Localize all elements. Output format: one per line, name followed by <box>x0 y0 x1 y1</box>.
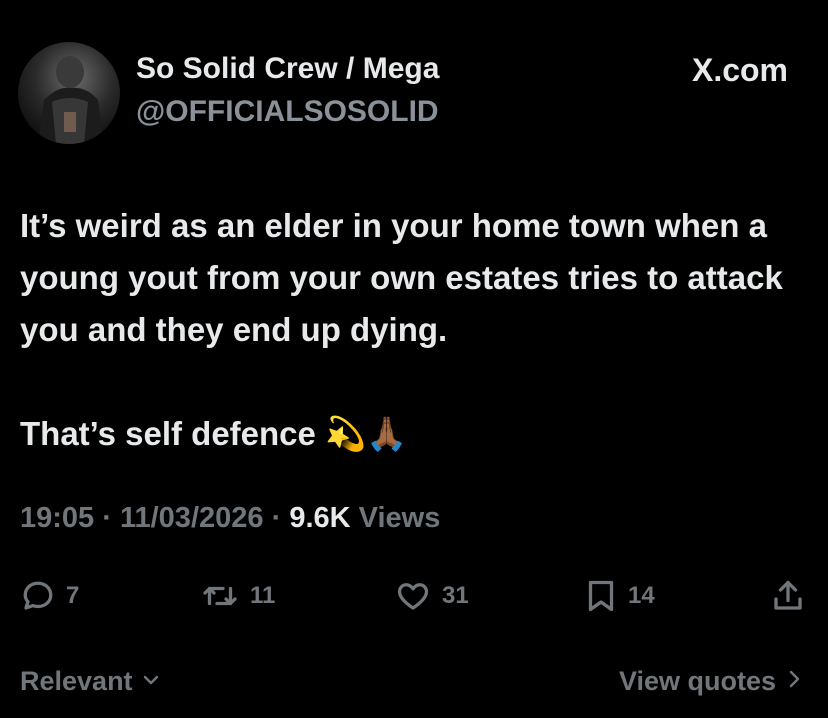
views-count: 9.6K <box>289 502 351 534</box>
tweet-paragraph-2: That’s self defence 💫🙏🏾 <box>20 408 810 460</box>
tweet-meta: 19:05 · 11/03/2026 · 9.6K Views <box>20 502 440 535</box>
share-icon <box>770 578 806 614</box>
like-button[interactable]: 31 <box>394 578 469 614</box>
meta-separator-1: · <box>102 502 112 534</box>
repost-count: 11 <box>250 582 276 609</box>
brand-label: X.com <box>691 52 788 88</box>
tweet-text: It’s weird as an elder in your home town… <box>20 200 810 460</box>
reply-icon <box>20 578 56 614</box>
bookmark-button[interactable]: 14 <box>584 578 655 614</box>
relevant-sort-button[interactable]: Relevant <box>20 666 161 697</box>
reply-count: 7 <box>66 582 80 609</box>
author-handle[interactable]: @OFFICIALSOSOLID <box>136 95 439 129</box>
like-icon <box>394 578 432 614</box>
repost-button[interactable]: 11 <box>200 578 275 614</box>
share-button[interactable] <box>770 578 806 614</box>
like-count: 31 <box>442 582 469 609</box>
view-quotes-link[interactable]: View quotes <box>619 666 804 697</box>
relevant-label: Relevant <box>20 666 133 696</box>
tweet-paragraph-2-text: That’s self defence <box>20 415 316 452</box>
chevron-right-icon <box>784 666 804 697</box>
view-quotes-label: View quotes <box>618 666 776 696</box>
bookmark-count: 14 <box>628 582 655 609</box>
tweet-date[interactable]: 11/03/2026 <box>120 502 264 534</box>
avatar[interactable] <box>18 42 120 144</box>
action-bar: 7 11 31 14 <box>0 578 828 618</box>
emoji-sparkle-pray: 💫🙏🏾 <box>325 415 408 452</box>
repost-icon <box>200 578 240 614</box>
chevron-down-icon <box>141 666 161 697</box>
bookmark-icon <box>584 578 618 614</box>
reply-button[interactable]: 7 <box>20 578 79 614</box>
meta-separator-2: · <box>271 502 282 534</box>
tweet-time[interactable]: 19:05 <box>20 502 94 534</box>
tweet-paragraph-1: It’s weird as an elder in your home town… <box>20 207 783 348</box>
author-display-name[interactable]: So Solid Crew / Mega <box>136 52 439 86</box>
views-label: Views <box>358 502 441 534</box>
